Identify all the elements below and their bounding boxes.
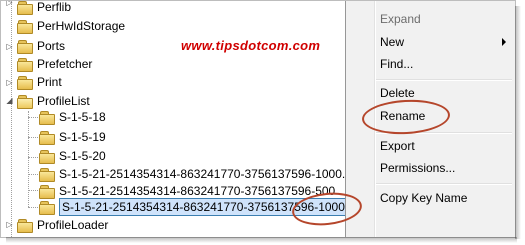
tree-item-profile-1000-bak[interactable]: S-1-5-21-2514354314-863241770-3756137596… [39, 197, 371, 217]
menu-separator [376, 132, 512, 134]
tree-item-s-1-5-20[interactable]: S-1-5-20 [39, 146, 106, 166]
tree-item-print[interactable]: Print [17, 72, 62, 92]
tree-item-perhwidstorage[interactable]: PerHwIdStorage [17, 16, 125, 36]
tree-item-label: ProfileLoader [37, 218, 109, 232]
folder-icon [39, 110, 55, 125]
menu-item-export[interactable]: Export [380, 136, 415, 156]
registry-key-tree: ▷ ▷ ▷ ◢ ▷ Perflib PerHwIdStorage Ports P… [1, 0, 371, 237]
watermark-text: www.tipsdotcom.com [181, 38, 321, 53]
tree-item-label: S-1-5-19 [59, 130, 106, 144]
tree-item-label: Ports [37, 39, 66, 53]
expand-arrow-icon[interactable]: ▷ [5, 42, 14, 51]
tree-item-label: Perflib [37, 0, 72, 14]
tree-connector-line [28, 111, 29, 207]
window-shadow [6, 237, 517, 243]
tree-item-s-1-5-19[interactable]: S-1-5-19 [39, 127, 106, 147]
submenu-arrow-icon [502, 38, 506, 46]
folder-icon [17, 39, 33, 54]
tree-item-s-1-5-18[interactable]: S-1-5-18 [39, 107, 106, 127]
menu-separator [376, 183, 512, 185]
menu-item-expand[interactable]: Expand [380, 9, 421, 29]
key-name-edit-box[interactable]: S-1-5-21-2514354314-863241770-3756137596… [59, 198, 371, 216]
expand-arrow-icon[interactable]: ▷ [5, 78, 14, 87]
menu-separator [376, 79, 512, 81]
tree-item-label: PerHwIdStorage [37, 19, 126, 33]
tree-item-label: Print [37, 75, 62, 89]
menu-item-new[interactable]: New [380, 32, 404, 52]
context-menu: Expand New Find... Delete Rename Export … [345, 1, 515, 237]
collapse-arrow-icon[interactable]: ◢ [5, 96, 14, 105]
folder-icon [17, 57, 33, 72]
menu-item-copy-key-name[interactable]: Copy Key Name [380, 188, 467, 208]
tree-item-label: ProfileList [37, 94, 90, 108]
folder-icon [39, 149, 55, 164]
folder-icon [39, 130, 55, 145]
menu-icon-gutter [374, 1, 376, 237]
expand-arrow-icon[interactable]: ▷ [5, 220, 14, 229]
menu-item-permissions[interactable]: Permissions... [380, 158, 455, 178]
tree-item-label: S-1-5-20 [59, 149, 106, 163]
menu-item-delete[interactable]: Delete [380, 83, 415, 103]
tree-connector-line [11, 1, 12, 237]
folder-icon [17, 19, 33, 34]
tree-item-label: S-1-5-21-2514354314-863241770-3756137596… [59, 167, 359, 181]
menu-item-rename[interactable]: Rename [380, 106, 425, 126]
tree-item-label: S-1-5-18 [59, 110, 106, 124]
window-shadow [515, 6, 521, 239]
folder-icon [39, 200, 55, 215]
folder-icon [39, 184, 55, 199]
tree-item-label: Prefetcher [37, 57, 93, 71]
tree-item-ports[interactable]: Ports [17, 36, 65, 56]
folder-icon [39, 167, 55, 182]
registry-editor-window: ▷ ▷ ▷ ◢ ▷ Perflib PerHwIdStorage Ports P… [0, 0, 516, 238]
folder-icon [17, 218, 33, 233]
menu-item-find[interactable]: Find... [380, 54, 413, 74]
tree-item-profileloader[interactable]: ProfileLoader [17, 215, 108, 235]
folder-icon [17, 1, 33, 15]
expand-arrow-icon[interactable]: ▷ [5, 1, 14, 7]
tree-item-prefetcher[interactable]: Prefetcher [17, 54, 92, 74]
folder-open-icon [17, 94, 33, 109]
tree-item-perflib[interactable]: Perflib [17, 0, 72, 17]
folder-icon [17, 75, 33, 90]
tree-item-label: S-1-5-21-2514354314-863241770-3756137596… [59, 184, 336, 198]
